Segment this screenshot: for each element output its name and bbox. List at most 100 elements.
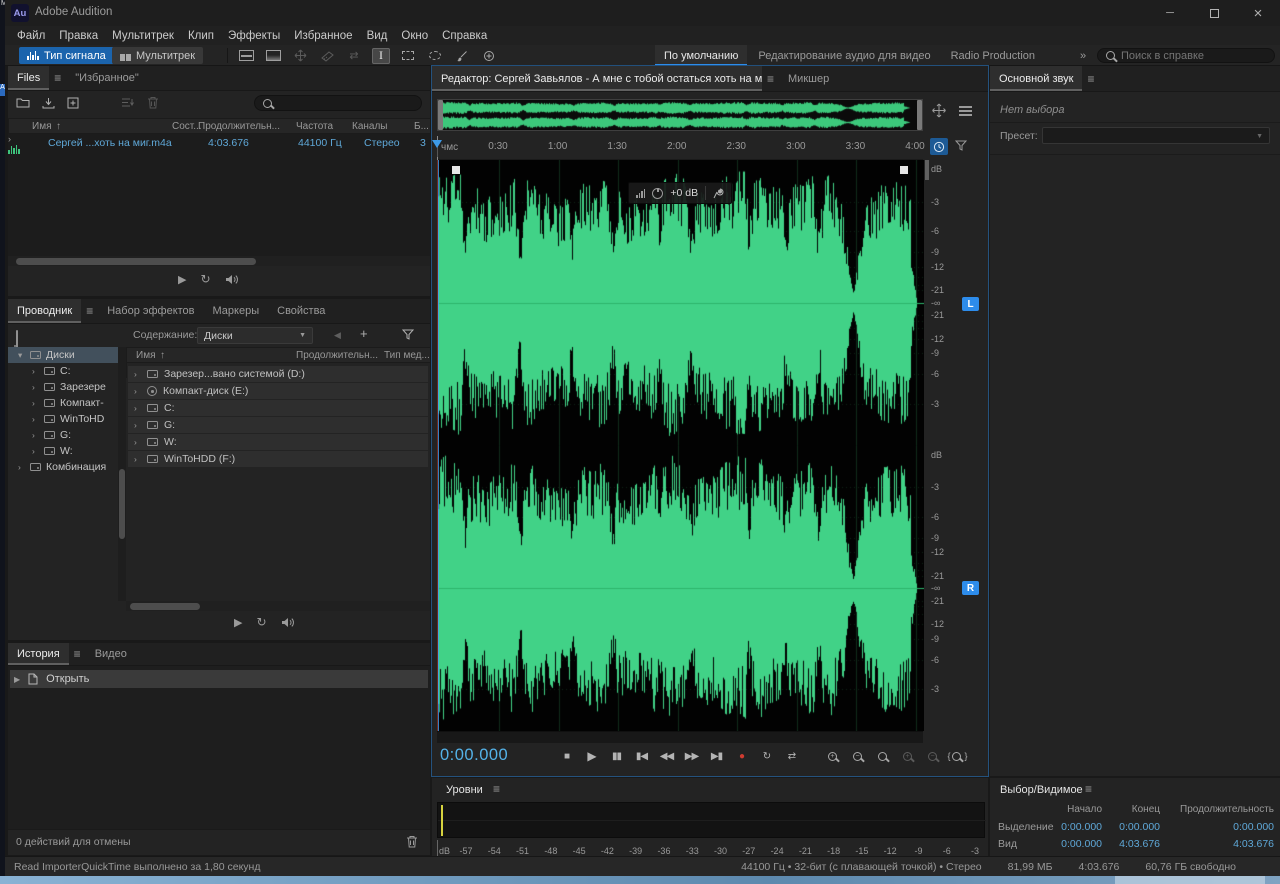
time-value[interactable]: 4:03.676 — [1164, 838, 1274, 850]
expander-icon[interactable]: › — [32, 414, 39, 424]
marquee-selection-tool-icon[interactable] — [399, 48, 417, 64]
zoom-in-point-button[interactable]: + — [895, 746, 920, 766]
column-header[interactable]: Б... — [414, 121, 429, 132]
tab-media-browser[interactable]: Проводник — [8, 299, 81, 323]
tree-item[interactable]: ›G: — [8, 427, 118, 443]
zoom-full-button[interactable] — [870, 746, 895, 766]
panel-menu-icon[interactable]: ≡ — [81, 299, 98, 323]
overview-waveform[interactable] — [443, 100, 917, 130]
menu-item[interactable]: Эффекты — [221, 28, 287, 44]
help-search-input[interactable] — [1121, 50, 1241, 62]
menu-item[interactable]: Вид — [360, 28, 395, 44]
menu-item[interactable]: Справка — [435, 28, 494, 44]
tree-item[interactable]: ›C: — [8, 363, 118, 379]
scrollbar-thumb[interactable] — [130, 603, 200, 610]
waveform-type-button[interactable]: Тип сигнала — [19, 47, 114, 64]
workspace-default[interactable]: По умолчанию — [655, 45, 747, 66]
spot-healing-brush-tool-icon[interactable] — [480, 48, 498, 64]
tab-editor[interactable]: Редактор: Сергей Завьялов - А мне с тобо… — [432, 66, 762, 91]
skip-to-next-button[interactable]: ▶▮ — [704, 746, 729, 766]
panel-menu-icon[interactable]: ≡ — [762, 66, 779, 91]
move-tool-icon[interactable] — [291, 48, 309, 64]
panel-menu-icon[interactable]: ≡ — [488, 782, 505, 796]
history-item[interactable]: ▶Открыть — [10, 670, 428, 688]
column-header[interactable]: Каналы — [352, 121, 388, 132]
auto-play-speaker-icon[interactable] — [225, 274, 239, 285]
skip-selection-button[interactable]: ⇄ — [779, 746, 804, 766]
expander-icon[interactable]: › — [32, 382, 39, 392]
column-header[interactable]: Продолжительн... — [198, 121, 280, 132]
zoom-out-time-button[interactable]: − — [845, 746, 870, 766]
volume-hud[interactable]: +0 dB — [628, 182, 732, 204]
back-icon[interactable]: ◀ — [334, 330, 341, 341]
fade-out-handle[interactable] — [900, 166, 908, 174]
workspace-overflow-chevron[interactable]: » — [1075, 48, 1091, 63]
paintbrush-tool-icon[interactable] — [453, 48, 471, 64]
stop-button[interactable]: ■ — [554, 746, 579, 766]
waveform-editor-view-icon[interactable] — [237, 48, 255, 64]
import-file-icon[interactable] — [42, 97, 55, 109]
levels-title[interactable]: Уровни — [446, 784, 483, 796]
time-selection-tool-icon[interactable]: I — [372, 48, 390, 64]
tree-item[interactable]: ▾Диски — [8, 347, 118, 363]
column-header[interactable]: Имя — [32, 121, 51, 132]
expander-icon[interactable]: › — [134, 369, 141, 379]
skip-to-previous-button[interactable]: ▮◀ — [629, 746, 654, 766]
marker-options-icon[interactable] — [955, 140, 967, 152]
channel-left-badge[interactable]: L — [962, 297, 979, 311]
record-button[interactable]: ● — [729, 746, 754, 766]
tab-effects-rack[interactable]: Набор эффектов — [98, 299, 203, 323]
open-folder-icon[interactable] — [16, 97, 30, 108]
file-name[interactable]: Сергей ...хоть на миг.m4a — [48, 137, 172, 149]
tab-markers[interactable]: Маркеры — [204, 299, 269, 323]
zoom-out-point-button[interactable]: − — [920, 746, 945, 766]
playhead-marker[interactable] — [432, 140, 442, 148]
tab-mixer[interactable]: Микшер — [779, 66, 838, 91]
preview-loop-icon[interactable]: ↻ — [256, 615, 266, 629]
expander-icon[interactable]: › — [134, 403, 141, 413]
panel-menu-icon[interactable]: ≡ — [69, 643, 86, 665]
trash-icon[interactable] — [147, 96, 159, 109]
menu-item[interactable]: Клип — [181, 28, 221, 44]
filter-funnel-icon[interactable] — [402, 329, 414, 341]
list-item[interactable]: ›G: — [128, 417, 428, 433]
zoom-in-time-button[interactable]: + — [820, 746, 845, 766]
minimize-button[interactable]: ─ — [1148, 0, 1192, 26]
zoom-selection-button[interactable]: {} — [945, 746, 970, 766]
overview-strip[interactable] — [437, 99, 923, 131]
zoom-scroll-strip[interactable] — [437, 731, 923, 743]
scrollbar-thumb[interactable] — [119, 469, 125, 539]
slip-tool-icon[interactable]: ⇄ — [345, 48, 363, 64]
tab-files[interactable]: Files — [8, 66, 49, 90]
volume-knob-icon[interactable] — [652, 188, 663, 199]
overview-right-handle[interactable] — [917, 100, 922, 130]
list-item[interactable]: ›WinToHDD (F:) — [128, 451, 428, 467]
preview-play-icon[interactable]: ▶ — [234, 616, 242, 629]
timeline-ruler[interactable]: чмс0:301:001:302:002:303:003:304:00 — [437, 136, 923, 160]
menu-item[interactable]: Избранное — [287, 28, 359, 44]
tree-item[interactable]: ›Компакт- — [8, 395, 118, 411]
expander-icon[interactable]: › — [32, 398, 39, 408]
column-header[interactable]: Имя — [136, 350, 155, 361]
tab-video[interactable]: Видео — [86, 643, 136, 665]
new-item-icon[interactable] — [67, 97, 79, 109]
time-value[interactable]: 4:03.676 — [1050, 838, 1160, 850]
maximize-button[interactable] — [1192, 0, 1236, 26]
panel-menu-icon[interactable]: ≡ — [1080, 782, 1097, 796]
workspace-audio-for-video[interactable]: Редактирование аудио для видео — [749, 45, 939, 66]
files-search-input[interactable] — [278, 97, 398, 109]
list-item[interactable]: ›Зарезер...вано системой (D:) — [128, 366, 428, 382]
preset-dropdown[interactable]: ▼ — [1042, 127, 1270, 144]
overview-left-handle[interactable] — [438, 100, 443, 130]
pause-button[interactable]: ▮▮ — [604, 746, 629, 766]
time-value[interactable]: 0:00.000 — [1050, 821, 1160, 833]
level-meter[interactable] — [437, 802, 985, 838]
multitrack-button[interactable]: Мультитрек — [112, 47, 203, 64]
expander-icon[interactable]: › — [134, 420, 141, 430]
preview-loop-icon[interactable]: ↻ — [200, 272, 210, 286]
rewind-button[interactable]: ◀◀ — [654, 746, 679, 766]
fast-forward-button[interactable]: ▶▶ — [679, 746, 704, 766]
lasso-selection-tool-icon[interactable] — [426, 48, 444, 64]
list-hscroll-track[interactable] — [126, 601, 430, 611]
razor-tool-icon[interactable] — [318, 48, 336, 64]
